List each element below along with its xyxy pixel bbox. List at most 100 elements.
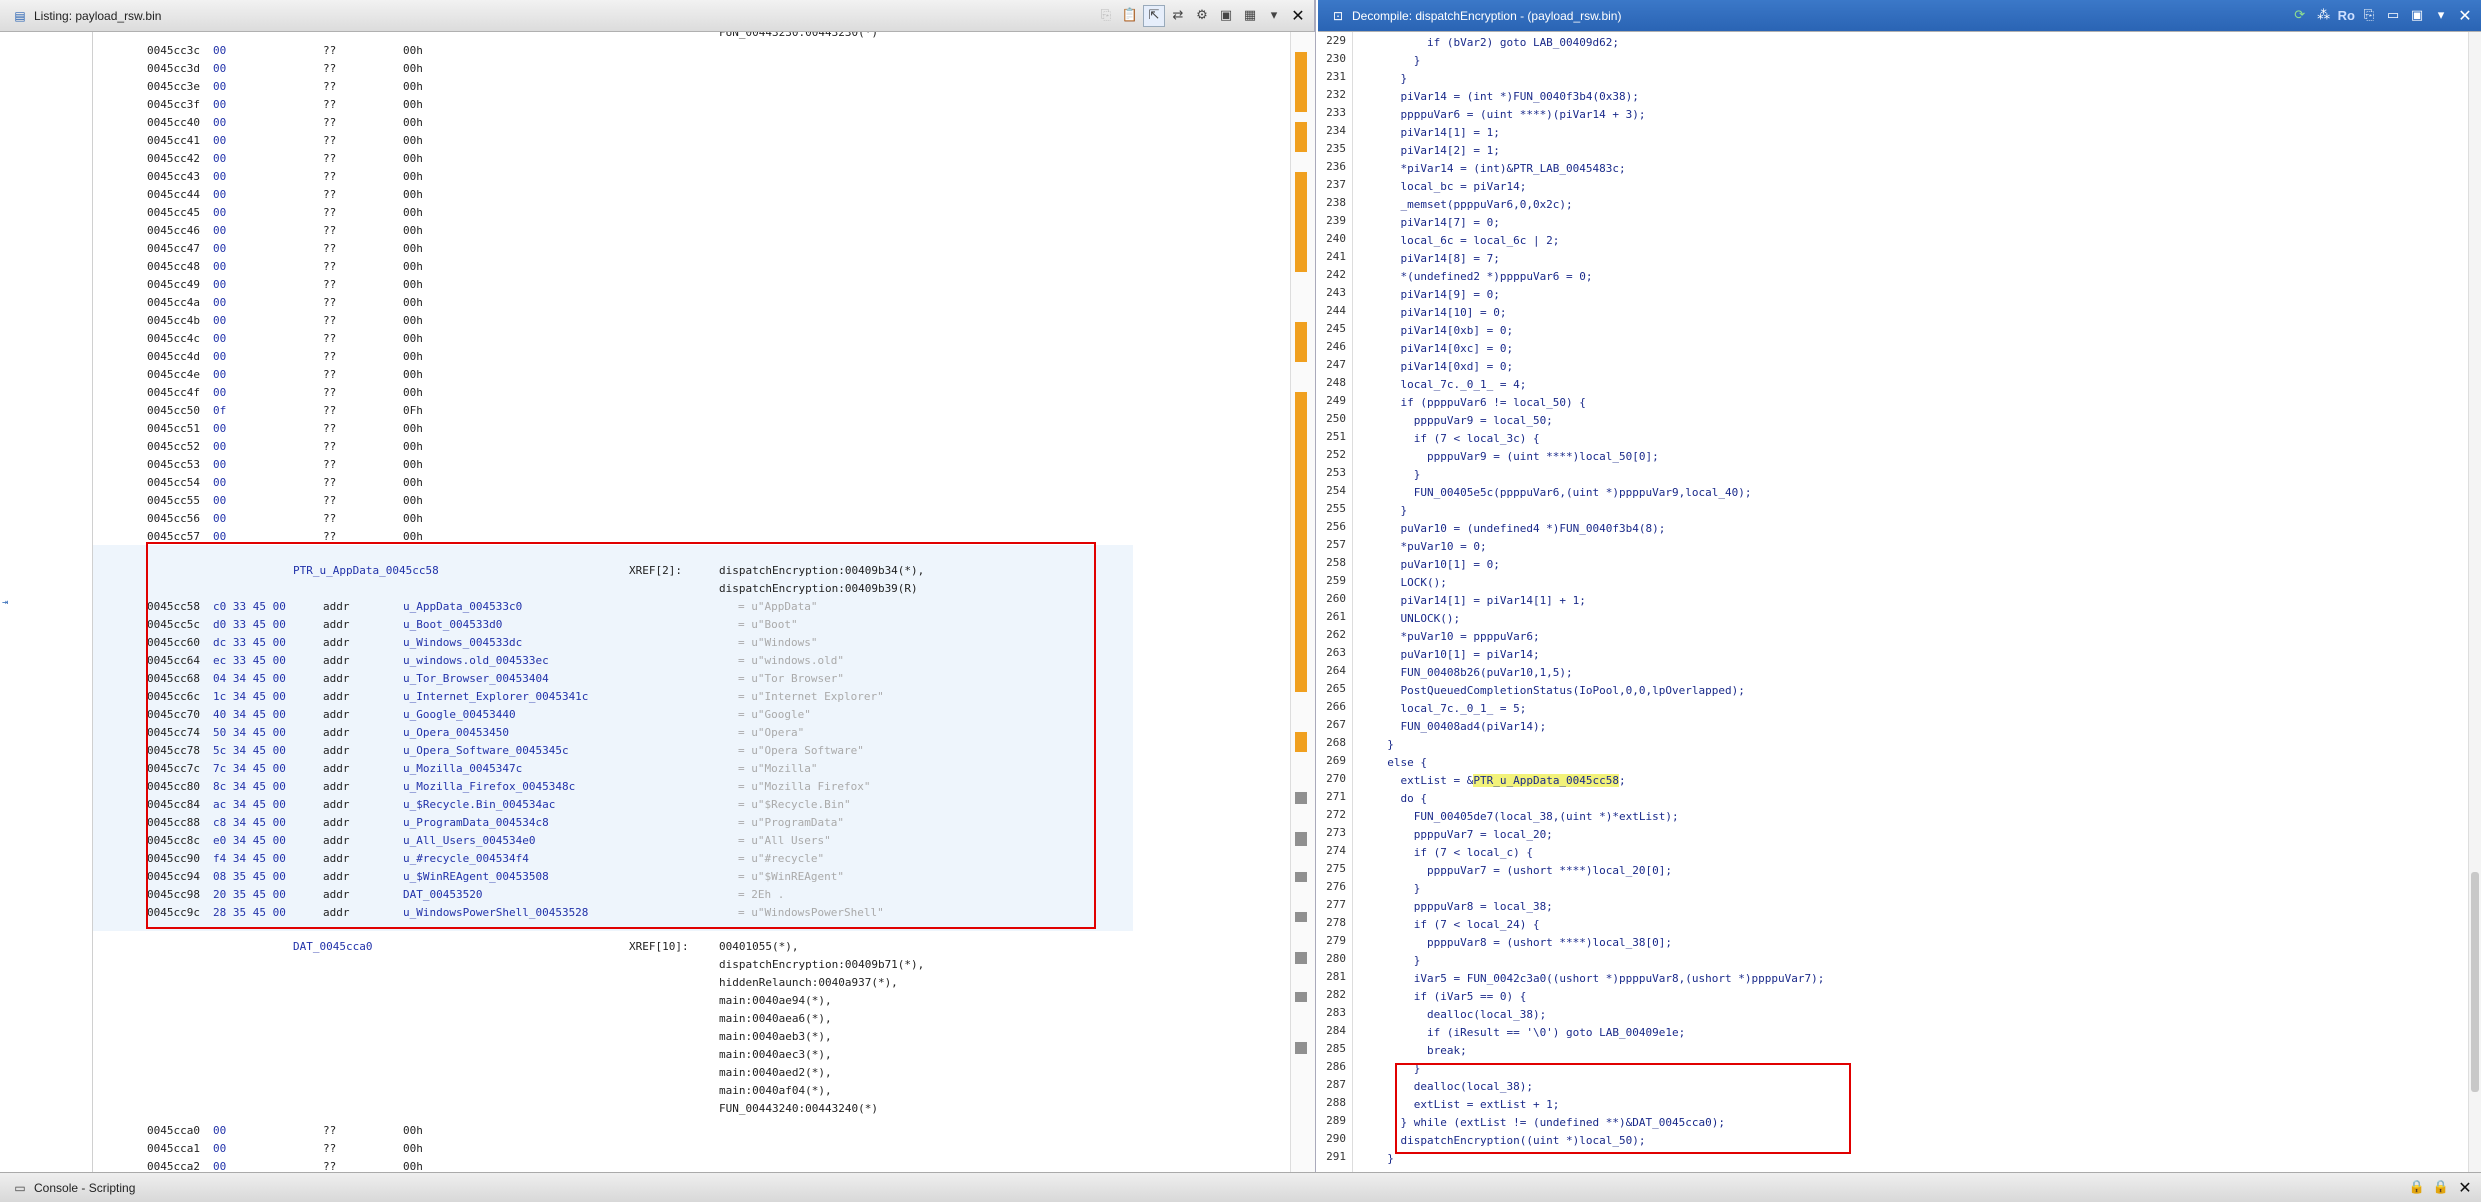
code-line[interactable]: if (7 < local_c) { [1374, 844, 1533, 862]
code-line[interactable]: _memset(ppppuVar6,0,0x2c); [1374, 196, 1572, 214]
layout-icon[interactable]: ▦ [1240, 6, 1260, 26]
code-line[interactable]: extList = &PTR_u_AppData_0045cc58; [1374, 772, 1626, 790]
code-line[interactable]: FUN_00408ad4(piVar14); [1374, 718, 1546, 736]
code-line[interactable]: ppppuVar6 = (uint ****)(piVar14 + 3); [1374, 106, 1645, 124]
code-line[interactable]: else { [1374, 754, 1427, 772]
copy-icon[interactable]: ⎘ [1096, 6, 1116, 26]
code-line[interactable]: piVar14[8] = 7; [1374, 250, 1499, 268]
console-bar[interactable]: ▭ Console - Scripting 🔒 🔒 ✕ [0, 1172, 2481, 1202]
paste-icon[interactable]: 📋 [1120, 6, 1140, 26]
code-line[interactable]: do { [1374, 790, 1427, 808]
code-line[interactable]: } [1374, 880, 1421, 898]
code-line[interactable]: piVar14 = (int *)FUN_0040f3b4(0x38); [1374, 88, 1638, 106]
overview-mark[interactable] [1295, 172, 1307, 272]
overview-mark[interactable] [1295, 52, 1307, 112]
code-line[interactable]: ppppuVar7 = local_20; [1374, 826, 1553, 844]
code-line[interactable]: ppppuVar8 = (ushort ****)local_38[0]; [1374, 934, 1672, 952]
overview-mark[interactable] [1295, 912, 1307, 922]
code-line[interactable]: *piVar14 = (int)&PTR_LAB_0045483c; [1374, 160, 1625, 178]
code-line[interactable]: break; [1374, 1042, 1467, 1060]
code-line[interactable]: *puVar10 = 0; [1374, 538, 1486, 556]
overview-mark[interactable] [1295, 992, 1307, 1002]
code-line[interactable]: piVar14[10] = 0; [1374, 304, 1506, 322]
code-line[interactable]: } [1374, 466, 1421, 484]
paste-icon[interactable]: ▭ [2383, 6, 2403, 26]
code-line[interactable]: } [1374, 502, 1407, 520]
copy-icon[interactable]: ⎘ [2359, 6, 2379, 26]
highlighted-token[interactable]: PTR_u_AppData_0045cc58 [1473, 774, 1620, 787]
code-line[interactable]: piVar14[0xd] = 0; [1374, 358, 1513, 376]
code-line[interactable]: FUN_00408b26(puVar10,1,5); [1374, 664, 1572, 682]
code-line[interactable]: piVar14[0xb] = 0; [1374, 322, 1513, 340]
code-line[interactable]: if (7 < local_3c) { [1374, 430, 1540, 448]
more-icon[interactable]: ▾ [2431, 6, 2451, 26]
code-line[interactable]: if (iVar5 == 0) { [1374, 988, 1527, 1006]
listing-overview-bar[interactable] [1290, 32, 1315, 1172]
more-icon[interactable]: ▾ [1264, 6, 1284, 26]
decompile-scroll-thumb[interactable] [2471, 872, 2479, 1092]
overview-mark[interactable] [1295, 952, 1307, 964]
code-line[interactable]: } [1374, 952, 1421, 970]
code-line[interactable]: } [1374, 1150, 1394, 1168]
code-line[interactable]: puVar10[1] = piVar14; [1374, 646, 1539, 664]
lock-icon-2[interactable]: 🔒 [2431, 1178, 2451, 1198]
code-line[interactable]: PostQueuedCompletionStatus(IoPool,0,0,lp… [1374, 682, 1744, 700]
overview-mark[interactable] [1295, 1042, 1307, 1054]
code-line[interactable]: piVar14[1] = piVar14[1] + 1; [1374, 592, 1585, 610]
listing-close-icon[interactable]: ✕ [1288, 6, 1308, 26]
camera-icon[interactable]: ▣ [1216, 6, 1236, 26]
code-line[interactable]: if (7 < local_24) { [1374, 916, 1540, 934]
code-line[interactable]: local_6c = local_6c | 2; [1374, 232, 1559, 250]
console-close-icon[interactable]: ✕ [2455, 1178, 2475, 1198]
code-line[interactable]: if (bVar2) goto LAB_00409d62; [1374, 34, 1619, 52]
overview-mark[interactable] [1295, 792, 1307, 804]
decompile-scrollbar[interactable] [2468, 32, 2481, 1172]
code-line[interactable]: dealloc(local_38); [1374, 1006, 1546, 1024]
overview-mark[interactable] [1295, 322, 1307, 362]
decompile-code[interactable]: if (bVar2) goto LAB_00409d62; } } piVar1… [1352, 32, 2462, 1172]
code-line[interactable]: } [1374, 70, 1407, 88]
code-line[interactable]: local_7c._0_1_ = 4; [1374, 376, 1526, 394]
code-line[interactable]: piVar14[2] = 1; [1374, 142, 1499, 160]
decompile-close-icon[interactable]: ✕ [2455, 6, 2475, 26]
code-line[interactable]: FUN_00405de7(local_38,(uint *)*extList); [1374, 808, 1679, 826]
code-line[interactable]: if (iResult == '\0') goto LAB_00409e1e; [1374, 1024, 1685, 1042]
overview-mark[interactable] [1295, 122, 1307, 152]
code-line[interactable]: local_7c._0_1_ = 5; [1374, 700, 1526, 718]
code-line[interactable]: iVar5 = FUN_0042c3a0((ushort *)ppppuVar8… [1374, 970, 1825, 988]
line-number: 252 [1326, 448, 1346, 461]
refresh-icon[interactable]: ⟳ [2290, 6, 2310, 26]
cursor-icon[interactable]: ⇱ [1143, 4, 1165, 27]
code-line[interactable]: ppppuVar8 = local_38; [1374, 898, 1553, 916]
code-line[interactable]: puVar10 = (undefined4 *)FUN_0040f3b4(8); [1374, 520, 1665, 538]
code-line[interactable]: local_bc = piVar14; [1374, 178, 1526, 196]
line-number: 282 [1326, 988, 1346, 1001]
code-line[interactable]: LOCK(); [1374, 574, 1446, 592]
code-line[interactable]: } [1374, 736, 1394, 754]
navigate-icon[interactable]: ⇄ [1168, 6, 1188, 26]
code-line[interactable]: piVar14[7] = 0; [1374, 214, 1499, 232]
lock-icon[interactable]: 🔒 [2407, 1178, 2427, 1198]
code-line[interactable]: FUN_00405e5c(ppppuVar6,(uint *)ppppuVar9… [1374, 484, 1752, 502]
overview-mark[interactable] [1295, 872, 1307, 882]
code-line[interactable]: piVar14[9] = 0; [1374, 286, 1499, 304]
code-line[interactable]: puVar10[1] = 0; [1374, 556, 1499, 574]
row-mnemonic: ?? [323, 368, 337, 381]
code-line[interactable]: ppppuVar7 = (ushort ****)local_20[0]; [1374, 862, 1672, 880]
code-line[interactable]: ppppuVar9 = local_50; [1374, 412, 1553, 430]
camera-icon[interactable]: ▣ [2407, 6, 2427, 26]
code-line[interactable]: UNLOCK(); [1374, 610, 1460, 628]
read-only-label[interactable]: Ro [2338, 6, 2355, 26]
overview-mark[interactable] [1295, 392, 1307, 692]
code-line[interactable]: ppppuVar9 = (uint ****)local_50[0]; [1374, 448, 1659, 466]
overview-mark[interactable] [1295, 832, 1307, 846]
code-line[interactable]: piVar14[1] = 1; [1374, 124, 1499, 142]
snapshot-icon[interactable]: ⚙ [1192, 6, 1212, 26]
graph-icon[interactable]: ⁂ [2314, 6, 2334, 26]
code-line[interactable]: *puVar10 = ppppuVar6; [1374, 628, 1539, 646]
code-line[interactable]: *(undefined2 *)ppppuVar6 = 0; [1374, 268, 1592, 286]
overview-mark[interactable] [1295, 732, 1307, 752]
code-line[interactable]: piVar14[0xc] = 0; [1374, 340, 1513, 358]
code-line[interactable]: } [1374, 52, 1421, 70]
code-line[interactable]: if (ppppuVar6 != local_50) { [1374, 394, 1585, 412]
